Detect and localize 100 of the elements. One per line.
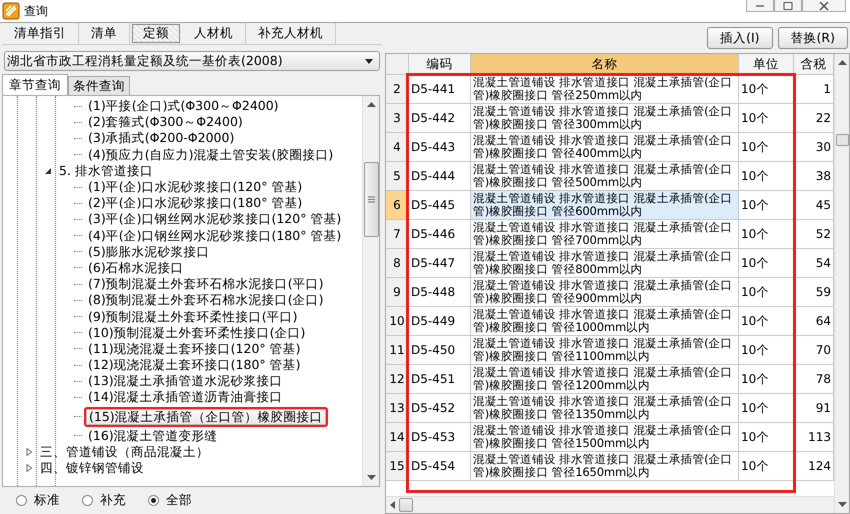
action-button[interactable]: 替换(R) — [778, 27, 848, 49]
column-header[interactable]: 单位 — [739, 54, 794, 75]
close-button[interactable] — [802, 0, 846, 12]
table-cell: D5-441 — [409, 75, 471, 104]
scrollbar[interactable] — [362, 96, 379, 486]
scroll-thumb[interactable] — [399, 498, 413, 512]
tree-item[interactable]: (3)平(企)口钢丝网水泥砂浆接口(120° 管基) — [84, 210, 346, 228]
table-cell: D5-444 — [409, 162, 471, 191]
tree-item[interactable]: (10)预制混凝土外套环柔性接口(企口) — [84, 324, 310, 342]
tree-item[interactable]: (1)平接(企口)式(Φ300～Φ2400) — [84, 97, 283, 116]
table-cell: 10个 — [739, 104, 794, 133]
collapsed-triangle-icon[interactable] — [25, 448, 33, 456]
table-cell: 10个 — [739, 191, 794, 220]
table-cell: 混凝土管道铺设 排水管道接口 混凝土承插管(企口管)橡胶圈接口 管径1650mm以内 — [471, 452, 739, 481]
maximize-button[interactable] — [774, 0, 802, 12]
table-cell: 10个 — [739, 162, 794, 191]
tree-item[interactable]: (2)平(企)口水泥砂浆接口(180° 管基) — [84, 194, 306, 212]
table-cell: 10个 — [739, 423, 794, 452]
radio-button[interactable] — [82, 495, 93, 506]
table-cell: 混凝土管道铺设 排水管道接口 混凝土承插管(企口管)橡胶圈接口 管径900mm以内 — [471, 278, 739, 307]
table-cell: 10个 — [739, 220, 794, 249]
dropdown-value: 湖北省市政工程消耗量定额及统一基价表(2008) — [7, 52, 284, 70]
tree-item[interactable]: 四、镀锌钢管铺设 — [36, 459, 148, 478]
radio-option[interactable]: 全部 — [148, 492, 192, 509]
table-cell: 混凝土管道铺设 排水管道接口 混凝土承插管(企口管)橡胶圈接口 管径1200mm以内 — [471, 365, 739, 394]
tree-item[interactable]: (16)混凝土管道变形缝 — [84, 426, 222, 445]
tree-item[interactable]: (13)混凝土承插管道水泥砂浆接口 — [84, 372, 287, 390]
maximize-icon — [783, 2, 793, 10]
table-cell: 混凝土管道铺设 排水管道接口 混凝土承插管(企口管)橡胶圈接口 管径300mm以内 — [471, 104, 739, 133]
tree-item[interactable]: (2)套箍式(Φ300～Φ2400) — [84, 113, 247, 132]
scroll-down-icon — [366, 475, 376, 481]
radio-label: 补充 — [100, 492, 126, 509]
table-cell: 混凝土管道铺设 排水管道接口 混凝土承插管(企口管)橡胶圈接口 管径1100mm以内 — [471, 336, 739, 365]
table-cell: D5-451 — [409, 365, 471, 394]
tab[interactable]: 条件查询 — [68, 76, 130, 95]
tree-item[interactable]: (11)现浇混凝土套环接口(120° 管基) — [84, 340, 304, 358]
library-dropdown[interactable]: 湖北省市政工程消耗量定额及统一基价表(2008) — [4, 51, 380, 71]
tab[interactable]: 章节查询 — [2, 74, 68, 95]
action-button[interactable]: 插入(I) — [707, 27, 773, 49]
tree-item[interactable]: (6)石棉水泥接口 — [84, 258, 188, 277]
table-cell: 10个 — [739, 278, 794, 307]
radio-option[interactable]: 标准 — [16, 492, 60, 509]
tree-item[interactable]: (12)现浇混凝土套环接口(180° 管基) — [84, 356, 304, 374]
radio-label: 标准 — [34, 492, 60, 509]
column-header[interactable]: 含税 — [794, 54, 834, 75]
table-cell: 10个 — [739, 365, 794, 394]
radio-button[interactable] — [148, 495, 159, 506]
caret-icon — [365, 58, 373, 64]
collapsed-triangle-icon[interactable] — [25, 464, 33, 472]
radio-option[interactable]: 补充 — [82, 492, 126, 509]
tree-item[interactable]: (1)平(企)口水泥砂浆接口(120° 管基) — [84, 178, 306, 196]
tree-item[interactable]: (3)承插式(Φ200-Φ2000) — [84, 129, 238, 148]
tree-item[interactable]: (9)预制混凝土外套环柔性接口(平口) — [84, 308, 302, 326]
table-cell: 混凝土管道铺设 排水管道接口 混凝土承插管(企口管)橡胶圈接口 管径800mm以内 — [471, 249, 739, 278]
expanded-triangle-icon[interactable] — [44, 166, 52, 175]
table-cell: D5-443 — [409, 133, 471, 162]
table-cell: D5-447 — [409, 249, 471, 278]
table-cell: 混凝土管道铺设 排水管道接口 混凝土承插管(企口管)橡胶圈接口 管径1000mm以内 — [471, 307, 739, 336]
table-cell: 混凝土管道铺设 排水管道接口 混凝土承插管(企口管)橡胶圈接口 管径1350mm以内 — [471, 394, 739, 423]
table-cell: 混凝土管道铺设 排水管道接口 混凝土承插管(企口管)橡胶圈接口 管径250mm以内 — [471, 75, 739, 104]
radio-label: 全部 — [166, 492, 192, 509]
tab[interactable]: 定额 — [132, 24, 180, 43]
tree-item[interactable]: (15)混凝土承插管（企口管）橡胶圈接口 — [84, 406, 328, 427]
scroll-down-icon — [838, 502, 846, 508]
table-cell: D5-446 — [409, 220, 471, 249]
tree-item[interactable]: (4)预应力(自应力)混凝土管安装(胶圈接口) — [84, 146, 338, 164]
table-cell: D5-454 — [409, 452, 471, 481]
tree-item[interactable]: (8)预制混凝土外套环石棉水泥接口(企口) — [84, 291, 328, 310]
tree-item[interactable]: (14)混凝土承插管道沥青油膏接口 — [84, 388, 287, 406]
tree-item[interactable]: 5. 排水管道接口 — [55, 162, 157, 180]
table-cell: D5-449 — [409, 307, 471, 336]
tree-item[interactable]: 三、管道铺设（商品混凝土） — [36, 442, 213, 461]
scroll-thumb[interactable] — [364, 162, 378, 237]
minimize-button[interactable] — [746, 0, 774, 12]
table-cell: 10个 — [739, 336, 794, 365]
close-icon — [819, 2, 829, 10]
column-header[interactable]: 编码 — [409, 54, 471, 75]
table-cell: 10个 — [739, 307, 794, 336]
horizontal-scrollbar[interactable] — [386, 496, 834, 513]
table-cell: 混凝土管道铺设 排水管道接口 混凝土承插管(企口管)橡胶圈接口 管径600mm以内 — [471, 191, 739, 220]
tree-item[interactable]: (4)平(企)口钢丝网水泥砂浆接口(180° 管基) — [84, 226, 346, 245]
tree-item[interactable]: (7)预制混凝土外套环石棉水泥接口(平口) — [84, 275, 328, 294]
table-cell: D5-448 — [409, 278, 471, 307]
scroll-thumb[interactable] — [836, 134, 848, 146]
scroll-up-icon — [366, 101, 376, 107]
table-cell: 10个 — [739, 394, 794, 423]
column-header[interactable]: 名称 — [471, 54, 739, 75]
table-cell: D5-442 — [409, 104, 471, 133]
table-cell: 10个 — [739, 452, 794, 481]
radio-button[interactable] — [16, 495, 27, 506]
table-cell: 混凝土管道铺设 排水管道接口 混凝土承插管(企口管)橡胶圈接口 管径400mm以内 — [471, 133, 739, 162]
header-corner — [386, 54, 409, 75]
tree-item[interactable]: (5)膨胀水泥砂浆接口 — [84, 242, 214, 261]
table-cell: 混凝土管道铺设 排水管道接口 混凝土承插管(企口管)橡胶圈接口 管径1500mm以内 — [471, 423, 739, 452]
table-cell: D5-453 — [409, 423, 471, 452]
table-cell: D5-452 — [409, 394, 471, 423]
table-cell: 混凝土管道铺设 排水管道接口 混凝土承插管(企口管)橡胶圈接口 管径700mm以内 — [471, 220, 739, 249]
table-cell: 10个 — [739, 75, 794, 104]
table-cell: 10个 — [739, 249, 794, 278]
scrollbar[interactable] — [834, 54, 849, 513]
